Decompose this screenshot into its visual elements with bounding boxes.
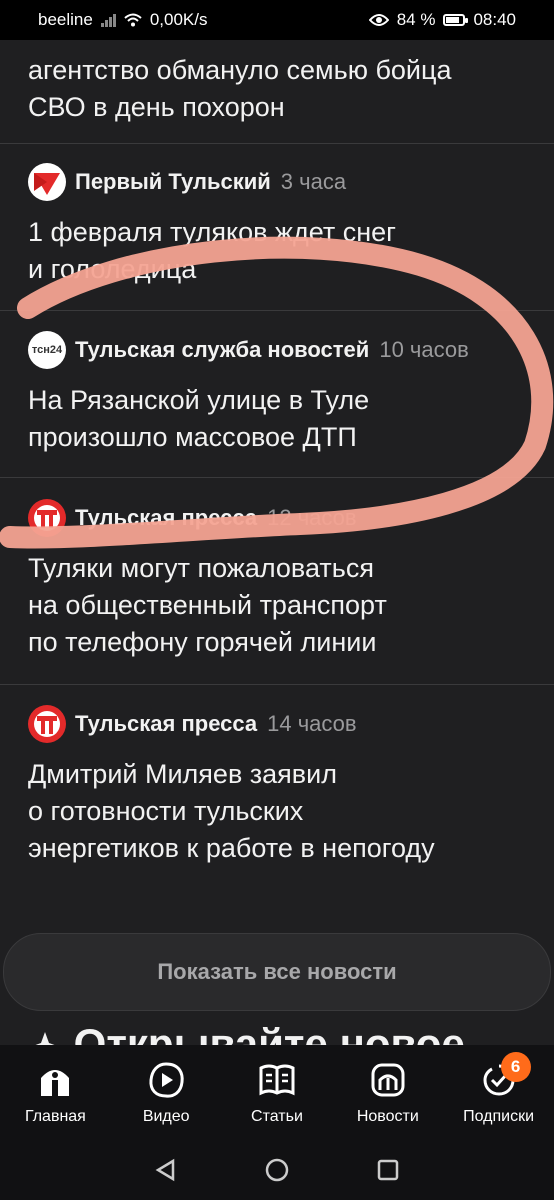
headline-line: агентство обмануло семью бойца	[28, 55, 452, 85]
wifi-icon	[124, 13, 142, 27]
system-nav-bar	[0, 1140, 554, 1200]
source-row[interactable]: тсн24 Тульская служба новостей 10 часов	[28, 331, 534, 369]
source-row[interactable]: Первый Тульский 3 часа	[28, 163, 534, 201]
tulskaya-pressa-logo	[28, 499, 66, 537]
publish-time: 10 часов	[379, 337, 469, 362]
tab-label: Новости	[356, 1108, 419, 1125]
source-name: Первый Тульский	[75, 169, 271, 194]
logo-text: тсн24	[31, 344, 63, 356]
battery-percent: 84 %	[396, 10, 436, 29]
headline-line: Дмитрий Миляев заявил	[28, 759, 337, 789]
recents-icon[interactable]	[375, 1157, 401, 1183]
news-item[interactable]: Тульская пресса 12 часов Туляки могут по…	[28, 499, 534, 661]
source-name: Тульская служба новостей	[75, 337, 370, 362]
tsn24-logo: тсн24	[28, 331, 66, 369]
publish-time: 12 часов	[267, 505, 357, 530]
clock: 08:40	[473, 10, 516, 29]
headline-line: Туляки могут пожаловаться	[28, 553, 374, 583]
play-icon	[149, 1062, 184, 1098]
news-icon	[371, 1063, 405, 1097]
carrier-label: beeline	[38, 10, 93, 29]
news-item[interactable]: Первый Тульский 3 часа 1 февраля туляков…	[28, 163, 534, 288]
source-row[interactable]: Тульская пресса 12 часов	[28, 499, 534, 537]
tab-label: Главная	[24, 1108, 86, 1125]
network-speed: 0,00K/s	[149, 10, 208, 29]
section-title: Открывайте новое	[73, 1020, 465, 1045]
battery-icon	[443, 14, 469, 26]
news-item[interactable]: тсн24 Тульская служба новостей 10 часов …	[28, 331, 534, 456]
headline-line: На Рязанской улице в Туле	[28, 385, 370, 415]
news-item[interactable]: Тульская пресса 14 часов Дмитрий Миляев …	[28, 705, 534, 867]
headline-line: 1 февраля туляков ждет снег	[28, 217, 397, 247]
show-all-news-button[interactable]: Показать все новости	[3, 933, 551, 1011]
section-title-cutoff: Открывайте новое	[28, 1020, 465, 1045]
source-row[interactable]: Тульская пресса 14 часов	[28, 705, 534, 743]
home-icon	[41, 1070, 70, 1096]
headline-line: энергетиков к работе в непогоду	[28, 833, 435, 863]
tab-home[interactable]: Главная	[5, 1060, 105, 1126]
notification-badge: 6	[500, 1052, 531, 1082]
news-feed[interactable]: агентство обмануло семью бойца СВО в ден…	[0, 40, 554, 1045]
headline-line: СВО в день похорон	[28, 92, 285, 122]
divider	[0, 684, 554, 685]
tulskaya-pressa-logo	[28, 705, 66, 743]
source-name: Тульская пресса	[75, 711, 258, 736]
headline-line: и гололедица	[28, 254, 197, 284]
eye-icon	[368, 14, 389, 26]
headline-line: по телефону горячей линии	[28, 627, 377, 657]
tab-news[interactable]: Новости	[338, 1060, 438, 1126]
signal-icon	[100, 13, 116, 27]
source-name: Тульская пресса	[75, 505, 258, 530]
publish-time: 3 часа	[280, 169, 347, 194]
news-item-partial[interactable]: агентство обмануло семью бойца СВО в ден…	[28, 52, 534, 126]
divider	[0, 143, 554, 144]
headline-line: на общественный транспорт	[28, 590, 387, 620]
tab-articles[interactable]: Статьи	[227, 1060, 327, 1126]
status-bar: beeline 0,00K/s 84 % 08:40	[0, 0, 554, 40]
pervy-tulsky-logo	[28, 163, 66, 201]
divider	[0, 477, 554, 478]
tab-label: Видео	[142, 1108, 190, 1125]
publish-time: 14 часов	[267, 711, 357, 736]
headline-line: произошло массовое ДТП	[28, 422, 357, 452]
home-circle-icon[interactable]	[264, 1157, 290, 1183]
articles-icon	[259, 1064, 295, 1096]
tab-video[interactable]: Видео	[116, 1060, 216, 1126]
tab-label: Подписки	[463, 1108, 535, 1125]
headline-line: о готовности тульских	[28, 796, 304, 826]
divider	[0, 310, 554, 311]
tab-label: Статьи	[251, 1108, 303, 1125]
bottom-tab-bar: Главная Видео Статьи Новости 6 Подписки	[0, 1045, 554, 1140]
tab-subscriptions[interactable]: 6 Подписки	[449, 1052, 549, 1126]
back-icon[interactable]	[153, 1157, 179, 1183]
sparkle-icon	[35, 1031, 55, 1045]
